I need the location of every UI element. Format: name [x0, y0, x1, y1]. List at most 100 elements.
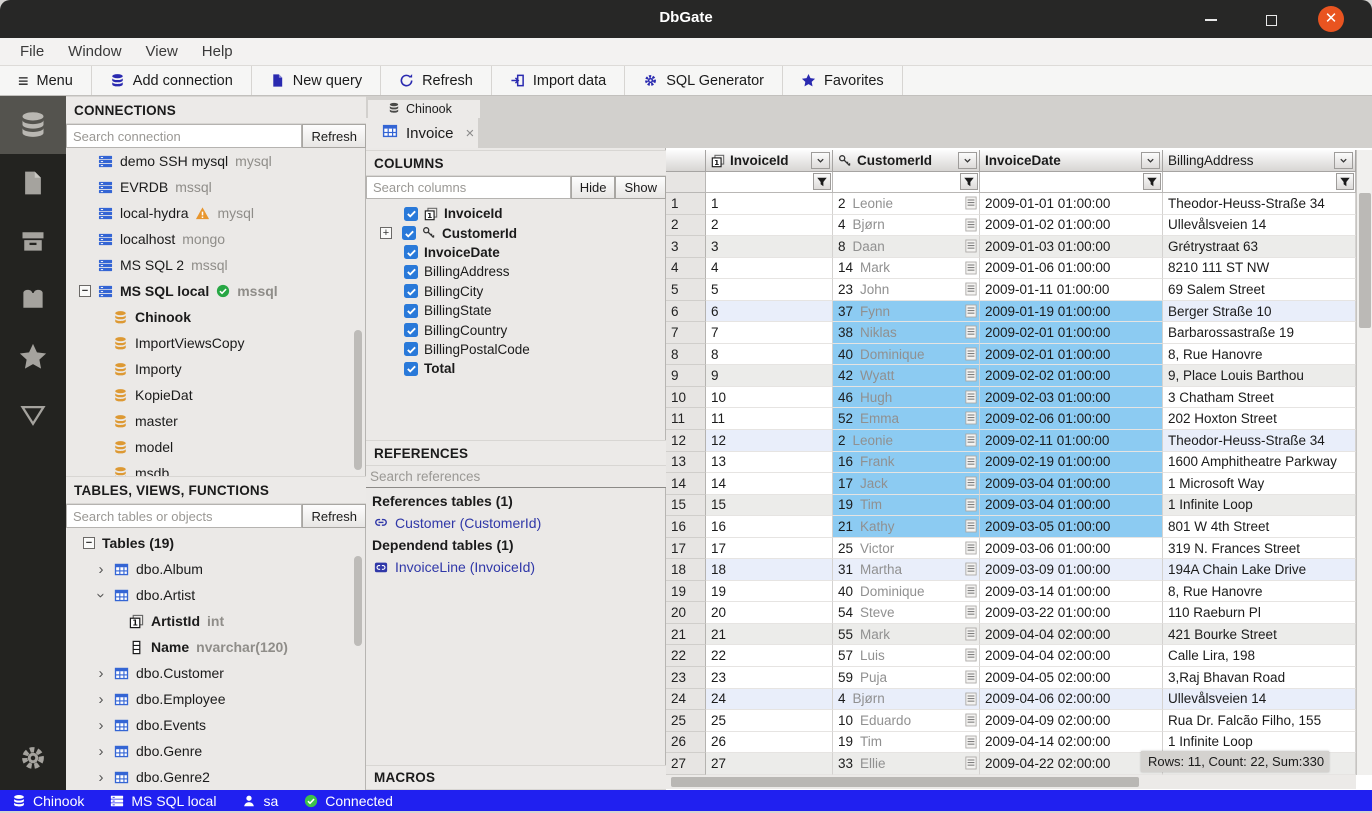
grid-cell[interactable]: 21Kathy: [833, 516, 980, 538]
grid-cell[interactable]: 4: [706, 258, 833, 280]
grid-cell[interactable]: 12: [706, 430, 833, 452]
column-checkbox-row[interactable]: BillingCountry: [366, 320, 666, 339]
connection-item[interactable]: model: [66, 434, 366, 460]
grid-cell[interactable]: 194A Chain Lake Drive: [1163, 559, 1356, 581]
row-number[interactable]: 16: [666, 516, 706, 538]
tree-item[interactable]: 1ArtistIdint: [66, 608, 366, 634]
table-row[interactable]: 171725Victor2009-03-06 01:00:00319 N. Fr…: [666, 538, 1356, 560]
table-row[interactable]: 338Daan2009-01-03 01:00:00Grétrystraat 6…: [666, 236, 1356, 258]
lookup-icon[interactable]: [965, 476, 977, 493]
grid-cell[interactable]: 25: [706, 710, 833, 732]
row-number[interactable]: 17: [666, 538, 706, 560]
lookup-icon[interactable]: [965, 627, 977, 644]
grid-cell[interactable]: Calle Lira, 198: [1163, 645, 1356, 667]
table-row[interactable]: 12122Leonie2009-02-11 01:00:00Theodor-He…: [666, 430, 1356, 452]
checkbox[interactable]: [404, 342, 418, 356]
grid-cell[interactable]: 54Steve: [833, 602, 980, 624]
grid-cell[interactable]: 40Dominique: [833, 344, 980, 366]
grid-cell[interactable]: 20: [706, 602, 833, 624]
lookup-icon[interactable]: [965, 756, 977, 773]
grid-cell[interactable]: 5: [706, 279, 833, 301]
grid-cell[interactable]: 2Leonie: [833, 430, 980, 452]
grid-cell[interactable]: 1 Infinite Loop: [1163, 732, 1356, 754]
row-number[interactable]: 23: [666, 667, 706, 689]
grid-cell[interactable]: 19: [706, 581, 833, 603]
grid-cell[interactable]: 33Ellie: [833, 753, 980, 775]
hide-button[interactable]: Hide: [571, 176, 616, 199]
chevron-icon[interactable]: ›: [95, 769, 107, 786]
grid-cell[interactable]: 40Dominique: [833, 581, 980, 603]
grid-cell[interactable]: Rua Dr. Falcão Filho, 155: [1163, 710, 1356, 732]
checkbox[interactable]: [404, 284, 418, 298]
table-row[interactable]: 191940Dominique2009-03-14 01:00:008, Rue…: [666, 581, 1356, 603]
grid-cell[interactable]: 13: [706, 452, 833, 474]
lookup-icon[interactable]: [965, 304, 977, 321]
grid-cell[interactable]: 2009-03-22 01:00:00: [980, 602, 1163, 624]
row-number[interactable]: 2: [666, 215, 706, 237]
connection-item[interactable]: Chinook: [66, 304, 366, 330]
grid-cell[interactable]: 17Jack: [833, 473, 980, 495]
grid-cell[interactable]: 18: [706, 559, 833, 581]
grid-cell[interactable]: 2009-03-06 01:00:00: [980, 538, 1163, 560]
lookup-icon[interactable]: [965, 455, 977, 472]
lookup-icon[interactable]: [965, 282, 977, 299]
search-connection-input[interactable]: [66, 124, 302, 148]
connection-item[interactable]: local-hydramysql: [66, 200, 366, 226]
grid-cell[interactable]: 1 Infinite Loop: [1163, 495, 1356, 517]
row-number[interactable]: 13: [666, 452, 706, 474]
grid-cell[interactable]: 2Leonie: [833, 193, 980, 215]
grid-cell[interactable]: 17: [706, 538, 833, 560]
grid-cell[interactable]: 2009-02-06 01:00:00: [980, 408, 1163, 430]
connection-item[interactable]: Importy: [66, 356, 366, 382]
checkbox[interactable]: [404, 304, 418, 318]
table-row[interactable]: 222257Luis2009-04-04 02:00:00Calle Lira,…: [666, 645, 1356, 667]
row-number[interactable]: 12: [666, 430, 706, 452]
menu-item-window[interactable]: Window: [58, 41, 131, 62]
table-row[interactable]: 141417Jack2009-03-04 01:00:001 Microsoft…: [666, 473, 1356, 495]
lookup-icon[interactable]: [965, 541, 977, 558]
row-number[interactable]: 5: [666, 279, 706, 301]
grid-header-CustomerId[interactable]: CustomerId: [833, 150, 980, 172]
row-number[interactable]: 15: [666, 495, 706, 517]
grid-cell[interactable]: 2009-03-04 01:00:00: [980, 495, 1163, 517]
row-number[interactable]: 10: [666, 387, 706, 409]
column-checkbox-row[interactable]: +CustomerId: [366, 223, 666, 242]
grid-cell[interactable]: 8, Rue Hanovre: [1163, 344, 1356, 366]
menu-item-file[interactable]: File: [10, 41, 54, 62]
collapse-icon[interactable]: −: [83, 537, 95, 549]
tab-invoice[interactable]: Invoice ×: [366, 118, 478, 148]
grid-cell[interactable]: 19Tim: [833, 732, 980, 754]
lookup-icon[interactable]: [965, 670, 977, 687]
grid-filter-BillingAddress[interactable]: [1163, 172, 1356, 193]
grid-cell[interactable]: 55Mark: [833, 624, 980, 646]
grid-cell[interactable]: 2009-01-19 01:00:00: [980, 301, 1163, 323]
table-row[interactable]: 112Leonie2009-01-01 01:00:00Theodor-Heus…: [666, 193, 1356, 215]
lookup-icon[interactable]: [965, 196, 977, 213]
toolbar-add-connection-button[interactable]: Add connection: [92, 66, 252, 95]
grid-cell[interactable]: 38Niklas: [833, 322, 980, 344]
column-checkbox-row[interactable]: BillingAddress: [366, 262, 666, 281]
grid-cell[interactable]: 31Martha: [833, 559, 980, 581]
grid-cell[interactable]: 2009-02-03 01:00:00: [980, 387, 1163, 409]
table-row[interactable]: 5523John2009-01-11 01:00:0069 Salem Stre…: [666, 279, 1356, 301]
grid-cell[interactable]: 3: [706, 236, 833, 258]
lookup-icon[interactable]: [965, 433, 977, 450]
tree-item[interactable]: ›dbo.Customer: [66, 660, 366, 686]
toolbar-import-data-button[interactable]: Import data: [492, 66, 625, 95]
grid-cell[interactable]: Grétrystraat 63: [1163, 236, 1356, 258]
lookup-icon[interactable]: [965, 692, 977, 709]
status-ms-sql-local[interactable]: MS SQL local: [110, 793, 216, 809]
grid-cell[interactable]: 16Frank: [833, 452, 980, 474]
grid-cell[interactable]: 2: [706, 215, 833, 237]
grid-cell[interactable]: 27: [706, 753, 833, 775]
rail-archive-icon[interactable]: [0, 212, 66, 270]
table-row[interactable]: 131316Frank2009-02-19 01:00:001600 Amphi…: [666, 452, 1356, 474]
table-row[interactable]: 161621Kathy2009-03-05 01:00:00801 W 4th …: [666, 516, 1356, 538]
grid-cell[interactable]: Theodor-Heuss-Straße 34: [1163, 193, 1356, 215]
grid-cell[interactable]: 23: [706, 667, 833, 689]
grid-cell[interactable]: 2009-02-19 01:00:00: [980, 452, 1163, 474]
checkbox[interactable]: [404, 245, 418, 259]
grid-cell[interactable]: 26: [706, 732, 833, 754]
column-checkbox-row[interactable]: 1InvoiceId: [366, 204, 666, 223]
grid-cell[interactable]: 14: [706, 473, 833, 495]
